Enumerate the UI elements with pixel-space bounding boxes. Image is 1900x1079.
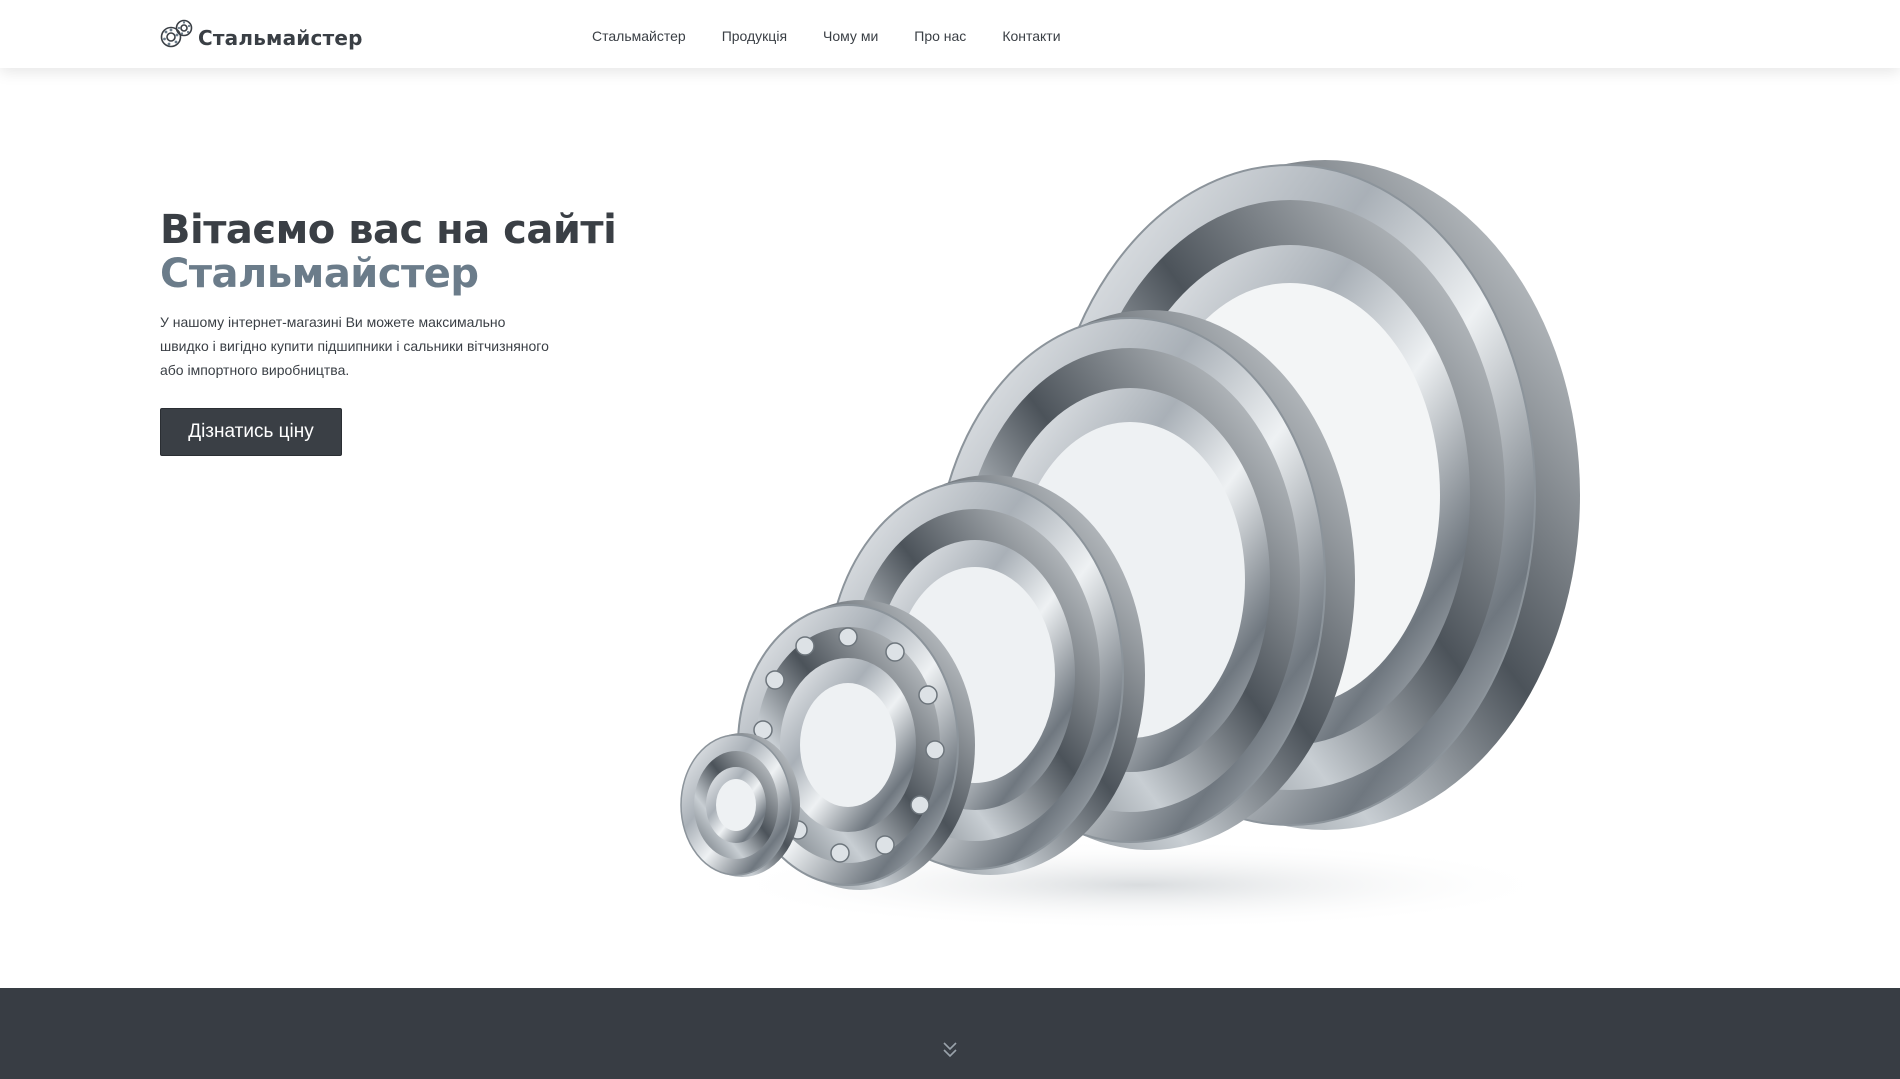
hero-title-brand: Стальмайстер (160, 251, 479, 297)
nav-item-contacts[interactable]: Контакти (1002, 26, 1060, 46)
chevron-double-down-icon[interactable] (942, 1040, 958, 1060)
nav-item-about[interactable]: Про нас (914, 26, 966, 46)
nav-item-home[interactable]: Стальмайстер (592, 26, 686, 46)
hero-title: Вітаємо вас на сайті Стальмайстер (160, 208, 720, 296)
ball-bearings-image (680, 160, 1580, 930)
logo-link[interactable]: Стальмайстер (160, 18, 363, 52)
logo-text: Стальмайстер (198, 26, 363, 50)
nav-item-why-us[interactable]: Чому ми (823, 26, 878, 46)
hero-title-line1: Вітаємо вас на сайті (160, 207, 617, 253)
get-price-button[interactable]: Дізнатись ціну (160, 408, 342, 456)
nav-item-products[interactable]: Продукція (722, 26, 787, 46)
bearing-gears-icon (160, 19, 193, 48)
site-header: Стальмайстер Стальмайстер Продукція Чому… (0, 0, 1900, 68)
hero-description: У нашому інтернет-магазині Ви можете мак… (160, 314, 549, 378)
dark-band (0, 988, 1900, 1079)
main-nav: Стальмайстер Продукція Чому ми Про нас К… (592, 26, 1097, 46)
